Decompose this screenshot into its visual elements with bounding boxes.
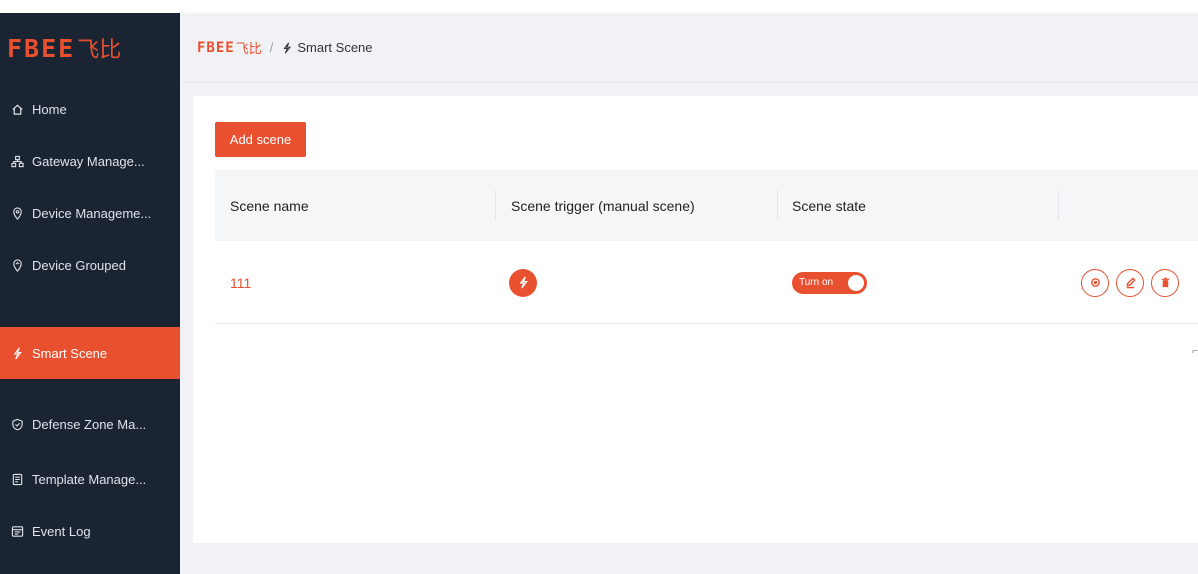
sidebar-item-gateway-management[interactable]: Gateway Manage... [0, 135, 180, 187]
event-log-icon [10, 524, 24, 538]
add-scene-button[interactable]: Add scene [215, 122, 306, 157]
lightning-icon [518, 276, 528, 289]
sidebar-item-defense-zone[interactable]: Defense Zone Ma... [0, 398, 180, 450]
breadcrumb-current: Smart Scene [297, 40, 373, 55]
sidebar-item-event-log[interactable]: Event Log [0, 505, 180, 557]
scene-trigger-cell [509, 241, 537, 324]
sidebar-item-label: Smart Scene [32, 345, 108, 361]
breadcrumb: FBEE 飞比 / Smart Scene [180, 13, 1198, 83]
toggle-label: Turn on [799, 277, 834, 288]
column-divider [1058, 190, 1059, 220]
view-button[interactable] [1081, 268, 1109, 297]
sidebar-item-label: Template Manage... [32, 471, 147, 487]
location-pin-icon [10, 206, 24, 220]
trash-icon [1161, 277, 1169, 288]
window-top-strip [0, 0, 1198, 13]
column-divider [777, 190, 778, 220]
column-divider [495, 190, 496, 220]
brand-logo-latin: FBEE [7, 34, 76, 63]
sidebar: FBEE飞比 Home Gateway Manage... Device Man… [0, 13, 180, 574]
scene-state-toggle[interactable]: Turn on [792, 271, 867, 294]
sidebar-item-device-management[interactable]: Device Manageme... [0, 187, 180, 239]
breadcrumb-separator: / [269, 40, 274, 55]
template-icon [10, 472, 24, 486]
sidebar-item-template-management[interactable]: Template Manage... [0, 453, 180, 505]
group-pin-icon [10, 258, 24, 272]
brand-logo: FBEE飞比 [0, 13, 180, 83]
delete-button[interactable] [1151, 268, 1179, 297]
sidebar-item-smart-scene[interactable]: Smart Scene [0, 327, 180, 379]
breadcrumb-brand-cn[interactable]: 飞比 [236, 38, 262, 57]
toggle-knob [848, 274, 864, 291]
column-header-scene-trigger: Scene trigger (manual scene) [511, 197, 695, 214]
actions-cell [1081, 241, 1186, 324]
sidebar-item-label: Defense Zone Ma... [32, 416, 147, 432]
gateway-icon [10, 154, 24, 168]
column-header-scene-name: Scene name [230, 197, 309, 214]
table-header: Scene name Scene trigger (manual scene) … [215, 170, 1198, 241]
edge-cursor-mark: ⌐ [1192, 346, 1198, 357]
scene-table: Scene name Scene trigger (manual scene) … [215, 170, 1198, 324]
lightning-icon [10, 346, 24, 360]
home-icon [10, 102, 24, 116]
main-panel: Add scene Scene name Scene trigger (manu… [193, 96, 1198, 543]
table-row: 111 Turn on [215, 241, 1198, 324]
pencil-icon [1125, 277, 1136, 289]
sidebar-item-home[interactable]: Home [0, 83, 180, 135]
sidebar-item-label: Home [32, 101, 67, 117]
breadcrumb-brand-latin[interactable]: FBEE [197, 40, 235, 56]
sidebar-item-label: Gateway Manage... [32, 153, 145, 169]
sidebar-item-label: Event Log [32, 523, 91, 539]
sidebar-item-device-grouped[interactable]: Device Grouped [0, 239, 180, 291]
lightning-icon [281, 42, 293, 54]
column-header-scene-state: Scene state [792, 197, 866, 214]
trigger-scene-button[interactable] [509, 268, 537, 297]
view-icon [1090, 278, 1100, 287]
sidebar-item-label: Device Manageme... [32, 205, 152, 221]
scene-name-cell: 111 [230, 274, 252, 291]
edit-button[interactable] [1116, 268, 1144, 297]
scene-state-cell: Turn on [792, 241, 867, 324]
shield-icon [10, 417, 24, 431]
sidebar-item-label: Device Grouped [32, 257, 126, 273]
brand-logo-cn: 飞比 [77, 38, 122, 63]
